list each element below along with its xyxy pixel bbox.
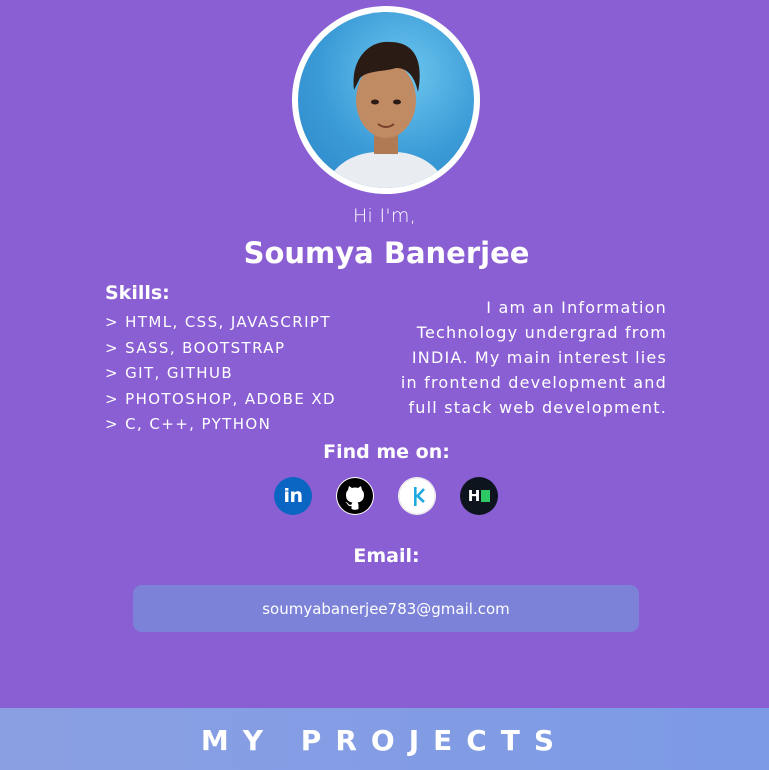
linkedin-link[interactable]: in	[274, 477, 312, 515]
bio-line: Technology undergrad from	[416, 323, 667, 342]
find-me-heading: Find me on:	[323, 441, 450, 463]
profile-photo	[298, 12, 474, 188]
bio-line: I am an Information	[486, 298, 667, 317]
bio-line: full stack web development.	[408, 398, 667, 417]
skills-heading: Skills:	[105, 282, 170, 304]
skills-list: > HTML, CSS, JAVASCRIPT > SASS, BOOTSTRA…	[105, 310, 336, 438]
skill-item: > C, C++, PYTHON	[105, 415, 272, 433]
hackerrank-icon: H	[468, 487, 491, 505]
greeting-text: Hi I'm,	[352, 205, 417, 227]
github-icon	[337, 478, 373, 514]
skill-item: > SASS, BOOTSTRAP	[105, 338, 286, 357]
skill-item: > PHOTOSHOP, ADOBE XD	[105, 389, 337, 408]
kaggle-link[interactable]	[398, 477, 436, 515]
hackerrank-link[interactable]: H	[460, 477, 498, 515]
email-heading: Email:	[353, 545, 420, 567]
kaggle-icon	[398, 477, 436, 515]
bio-line: INDIA. My main interest lies	[411, 348, 667, 367]
email-address-box[interactable]: soumyabanerjee783@gmail.com	[133, 585, 639, 632]
linkedin-icon: in	[283, 485, 303, 507]
profile-photo-frame	[292, 6, 480, 194]
projects-section-header: MY PROJECTS	[0, 708, 769, 770]
bio-text: I am an Information Technology undergrad…	[375, 295, 667, 420]
email-address[interactable]: soumyabanerjee783@gmail.com	[262, 600, 510, 618]
profile-name: Soumya Banerjee	[243, 236, 530, 270]
skill-item: > GIT, GITHUB	[105, 364, 234, 382]
skill-item: > HTML, CSS, JAVASCRIPT	[105, 313, 331, 331]
github-link[interactable]	[336, 477, 374, 515]
projects-heading: MY PROJECTS	[200, 724, 569, 757]
bio-line: in frontend development and	[400, 373, 667, 392]
